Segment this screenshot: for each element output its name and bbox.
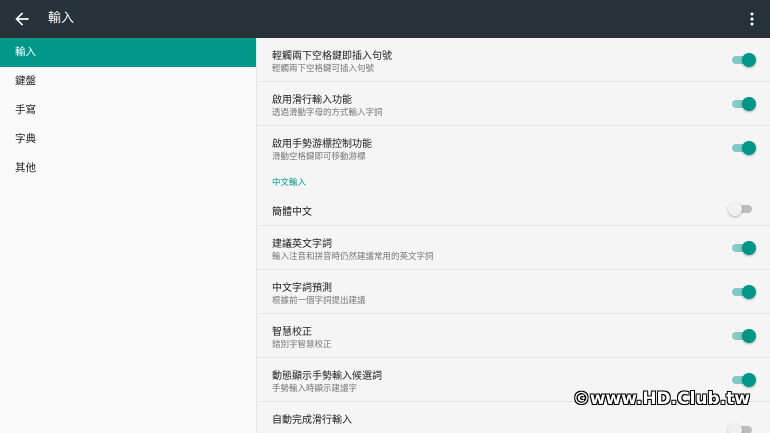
switch-knob [742, 240, 756, 255]
page-title: 輸入 [48, 11, 75, 26]
section-header-chinese-input: 中文輸入 [272, 178, 307, 188]
setting-title: 自動完成滑行輸入 [272, 415, 352, 426]
app-bar: 輸入 [0, 0, 770, 38]
sidebar-item-keyboard[interactable]: 鍵盤 [0, 67, 256, 96]
setting-title: 中文字詞預測 [272, 283, 332, 294]
setting-summary: 手勢輸入時顯示建議字 [272, 384, 358, 394]
setting-title: 輕觸兩下空格鍵即插入句號 [272, 51, 392, 62]
switch-knob [742, 52, 756, 67]
sidebar-item-dictionary[interactable]: 字典 [0, 125, 256, 154]
setting-smart-correction[interactable]: 智慧校正 錯別字智慧校正 [258, 314, 770, 358]
toggle-switch-on[interactable] [732, 52, 756, 67]
switch-knob [742, 328, 756, 343]
setting-double-space-period[interactable]: 輕觸兩下空格鍵即插入句號 輕觸兩下空格鍵可插入句號 [258, 38, 770, 82]
switch-knob [742, 372, 756, 387]
switch-knob [728, 201, 742, 216]
setting-summary: 滑動空格鍵即可移動游標 [272, 152, 366, 162]
setting-simplified-chinese[interactable]: 簡體中文 [258, 192, 770, 226]
setting-suggest-english[interactable]: 建議英文字詞 輸入注音和拼音時仍然建議常用的英文字詞 [258, 226, 770, 270]
switch-knob [742, 284, 756, 299]
toggle-switch-on[interactable] [732, 284, 756, 299]
watermark: ©www.HD.Club.tw [572, 389, 750, 409]
settings-list: 輕觸兩下空格鍵即插入句號 輕觸兩下空格鍵可插入句號 啟用滑行輸入功能 透過滑動字… [258, 38, 770, 433]
setting-title: 建議英文字詞 [272, 239, 332, 250]
setting-title: 啟用滑行輸入功能 [272, 95, 352, 106]
toggle-switch-on[interactable] [732, 328, 756, 343]
toggle-switch-on[interactable] [732, 372, 756, 387]
back-arrow-icon[interactable] [12, 9, 32, 29]
setting-gesture-typing[interactable]: 啟用滑行輸入功能 透過滑動字母的方式輸入字詞 [258, 82, 770, 126]
setting-gesture-cursor[interactable]: 啟用手勢游標控制功能 滑動空格鍵即可移動游標 [258, 126, 770, 170]
setting-title: 動態顯示手勢輸入候選詞 [272, 371, 382, 382]
setting-title: 簡體中文 [272, 207, 312, 218]
setting-summary: 透過滑動字母的方式輸入字詞 [272, 108, 383, 118]
sidebar-item-input[interactable]: 輸入 [0, 38, 256, 67]
toggle-switch-on[interactable] [732, 141, 756, 155]
toggle-switch-off[interactable] [728, 423, 752, 433]
switch-knob [728, 423, 742, 433]
setting-summary: 輸入注音和拼音時仍然建議常用的英文字詞 [272, 252, 434, 262]
switch-knob [742, 96, 756, 111]
setting-title: 智慧校正 [272, 327, 312, 338]
setting-summary: 輕觸兩下空格鍵可插入句號 [272, 64, 375, 74]
sidebar-item-handwriting[interactable]: 手寫 [0, 96, 256, 125]
setting-summary: 根據前一個字詞提出建議 [272, 296, 366, 306]
switch-knob [742, 141, 756, 155]
toggle-switch-on[interactable] [732, 96, 756, 111]
more-vert-icon[interactable] [742, 9, 762, 29]
setting-summary: 錯別字智慧校正 [272, 340, 332, 350]
settings-sidebar: 輸入 鍵盤 手寫 字典 其他 [0, 38, 257, 433]
setting-chinese-prediction[interactable]: 中文字詞預測 根據前一個字詞提出建議 [258, 270, 770, 314]
toggle-switch-on[interactable] [732, 240, 756, 255]
toggle-switch-off[interactable] [728, 201, 752, 216]
sidebar-item-other[interactable]: 其他 [0, 154, 256, 183]
setting-title: 啟用手勢游標控制功能 [272, 139, 372, 150]
